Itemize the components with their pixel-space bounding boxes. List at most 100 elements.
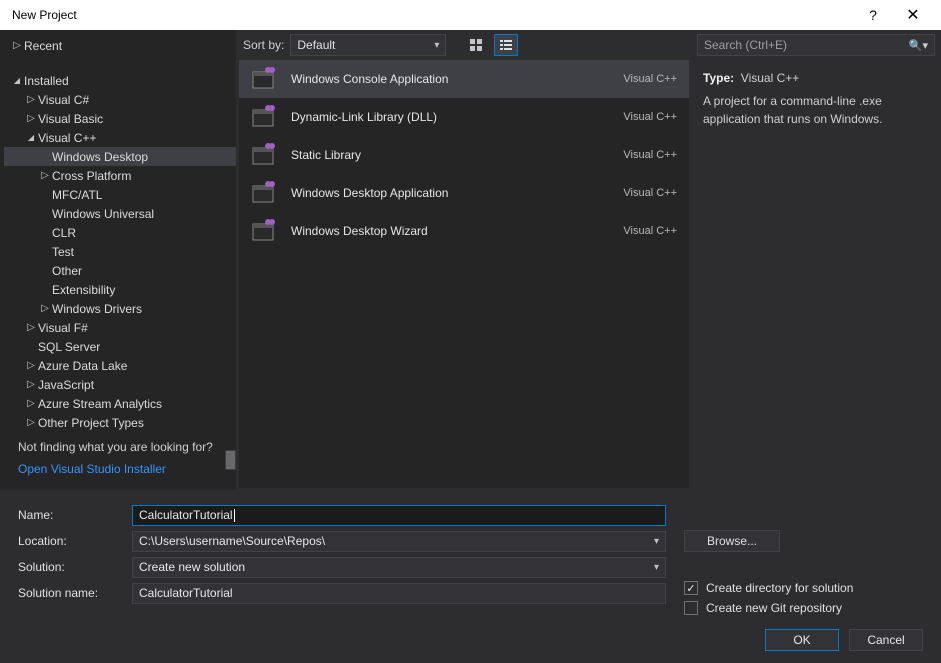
chevron-right-icon: ▷ [24,113,38,124]
tree-item[interactable]: ·CLR [4,223,236,242]
open-installer-link[interactable]: Open Visual Studio Installer [18,462,166,476]
tree-item[interactable]: ◢Installed [4,71,236,90]
template-name: Static Library [291,148,609,162]
type-value: Visual C++ [741,71,799,85]
sort-by-dropdown[interactable]: Default [290,34,446,56]
tree-item-label: Cross Platform [52,169,131,183]
template-icon [249,217,277,245]
type-label: Type: [703,71,734,85]
solution-name-input[interactable]: CalculatorTutorial [132,583,666,604]
template-item[interactable]: Static Library Visual C++ [239,136,689,174]
template-lang: Visual C++ [623,111,677,123]
grid-icon [469,38,483,52]
chevron-down-icon: ◢ [10,76,24,85]
template-name: Windows Desktop Application [291,186,609,200]
chevron-right-icon: ▷ [24,94,38,105]
tree-item[interactable]: ▷Cross Platform [4,166,236,185]
template-item[interactable]: Windows Console Application Visual C++ [239,60,689,98]
tree-item-label: Windows Desktop [52,150,148,164]
search-placeholder: Search (Ctrl+E) [704,38,787,52]
solution-label: Solution: [18,560,132,574]
tree-item[interactable]: ·Extensibility [4,280,236,299]
description-text: A project for a command-line .exe applic… [703,93,929,128]
tree-item-label: Recent [24,39,62,53]
solution-dropdown[interactable]: Create new solution [132,557,666,578]
tree-item[interactable]: ▷Azure Stream Analytics [4,394,236,413]
template-lang: Visual C++ [623,187,677,199]
template-item[interactable]: Windows Desktop Application Visual C++ [239,174,689,212]
ok-button[interactable]: OK [765,629,839,651]
name-input[interactable]: CalculatorTutorial [132,505,666,526]
template-lang: Visual C++ [623,225,677,237]
content-area: ▷Recent◢Installed▷Visual C#▷Visual Basic… [0,30,941,490]
template-item[interactable]: Dynamic-Link Library (DLL)Visual C++ [239,98,689,136]
tree-item[interactable]: ·Windows Universal [4,204,236,223]
create-directory-checkbox[interactable]: Create directory for solution [684,581,853,595]
template-icon [249,179,277,207]
template-panel: Sort by: Default Windows Console Applica… [236,30,691,490]
create-git-checkbox[interactable]: Create new Git repository [684,601,853,615]
tree-item-label: Visual F# [38,321,88,335]
checkbox-icon [684,581,698,595]
location-label: Location: [18,534,132,548]
template-item[interactable]: Windows Desktop WizardVisual C++ [239,212,689,250]
template-lang: Visual C++ [623,73,677,85]
tree-item[interactable]: ▷Other Project Types [4,413,236,430]
template-list[interactable]: Windows Console ApplicationVisual C++Dyn… [239,60,689,488]
tree-item[interactable]: ·Windows Desktop [4,147,236,166]
installer-hint: Not finding what you are looking for? [18,440,218,454]
solution-name-label: Solution name: [18,586,132,600]
tree-item[interactable]: ▷Visual Basic [4,109,236,128]
location-input[interactable]: C:\Users\username\Source\Repos\ [132,531,666,552]
chevron-right-icon: ▷ [24,379,38,390]
tree-item[interactable]: ▷Windows Drivers [4,299,236,318]
cancel-button[interactable]: Cancel [849,629,923,651]
template-icon [249,103,277,131]
help-icon[interactable]: ? [853,7,893,23]
sort-by-value: Default [297,38,335,52]
tree-item[interactable]: ·MFC/ATL [4,185,236,204]
browse-button[interactable]: Browse... [684,530,780,552]
window-title: New Project [8,8,853,22]
checkbox-icon [684,601,698,615]
form-area: Name: CalculatorTutorial Location: C:\Us… [0,490,941,625]
sidebar-footer: Not finding what you are looking for? Op… [0,430,236,490]
tree-item-label: CLR [52,226,76,240]
tree-item[interactable]: ▷Azure Data Lake [4,356,236,375]
chevron-right-icon: ▷ [38,170,52,181]
template-toolbar: Sort by: Default [237,30,691,60]
dialog-buttons: OK Cancel [0,625,941,663]
template-name: Windows Console Application [291,72,609,86]
chevron-right-icon: ▷ [10,40,24,51]
tree-item[interactable]: ▷Visual C# [4,90,236,109]
sidebar: ▷Recent◢Installed▷Visual C#▷Visual Basic… [0,30,236,490]
grid-view-button[interactable] [464,34,488,56]
template-lang: Visual C++ [623,149,677,161]
chevron-right-icon: ▷ [24,322,38,333]
name-label: Name: [18,508,132,522]
sort-by-label: Sort by: [243,38,284,52]
tree-item-label: Visual C# [38,93,89,107]
search-input[interactable]: Search (Ctrl+E) 🔍▾ [697,34,935,56]
detail-panel: Search (Ctrl+E) 🔍▾ Type: Visual C++ A pr… [691,30,941,490]
tree-item[interactable]: ▷Visual F# [4,318,236,337]
tree-item[interactable]: ◢Visual C++ [4,128,236,147]
template-icon [249,65,277,93]
tree-item-label: Installed [24,74,69,88]
tree-item[interactable]: ·Other [4,261,236,280]
tree-item[interactable]: ▷Recent [4,36,236,55]
tree-item-label: Extensibility [52,283,115,297]
tree-item-label: JavaScript [38,378,94,392]
tree-item-label: Azure Data Lake [38,359,127,373]
tree-item[interactable]: ·SQL Server [4,337,236,356]
tree-item[interactable]: ▷JavaScript [4,375,236,394]
tree-item[interactable]: ·Test [4,242,236,261]
sidebar-scrollbar[interactable] [225,450,236,470]
tree-item-label: SQL Server [38,340,100,354]
tree-item-label: Azure Stream Analytics [38,397,162,411]
close-icon[interactable]: ✕ [893,5,933,25]
list-view-button[interactable] [494,34,518,56]
tree-item-label: MFC/ATL [52,188,102,202]
tree-item-label: Windows Universal [52,207,154,221]
project-type-tree[interactable]: ▷Recent◢Installed▷Visual C#▷Visual Basic… [0,36,236,430]
